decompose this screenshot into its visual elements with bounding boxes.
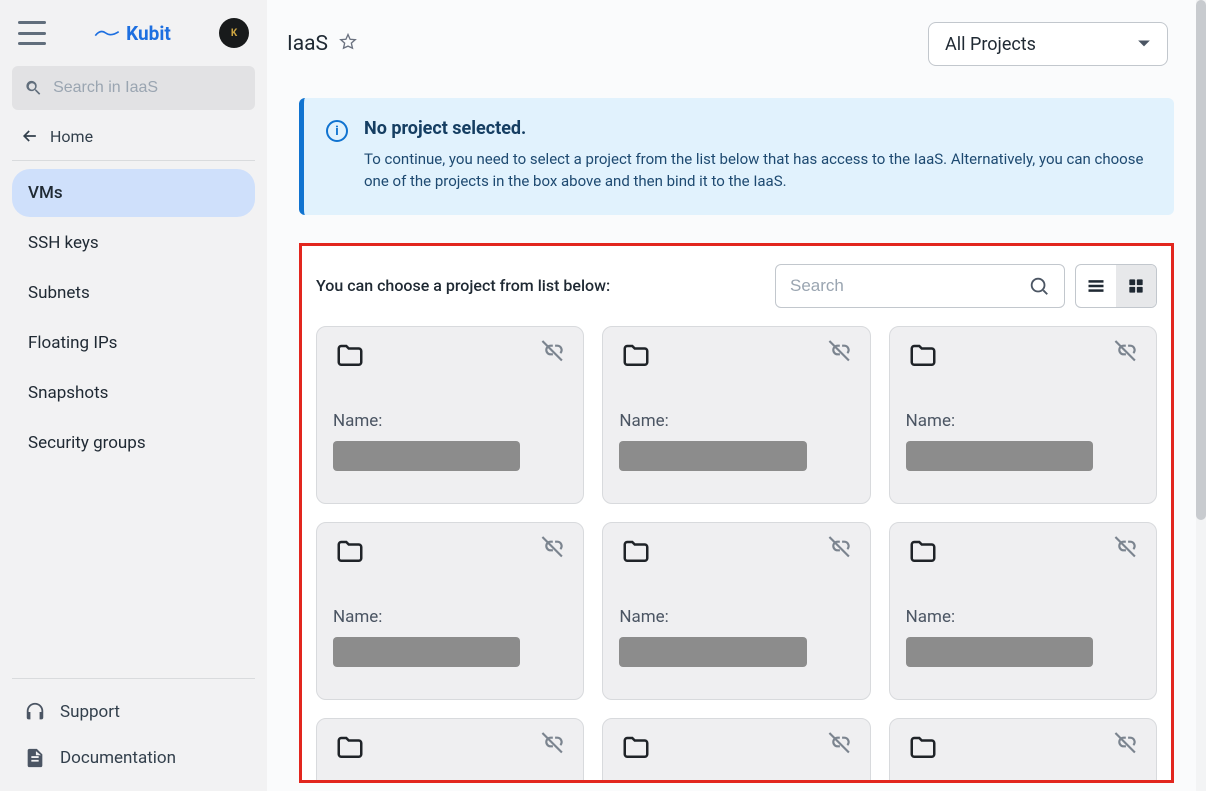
card-name-placeholder (619, 637, 806, 667)
projects-search-input[interactable] (790, 276, 1020, 296)
folder-icon (619, 537, 653, 571)
projects-panel: You can choose a project from list below… (299, 243, 1174, 783)
view-toggle (1075, 264, 1157, 308)
search-icon (1028, 275, 1050, 297)
project-dropdown-label: All Projects (945, 34, 1036, 55)
back-home[interactable]: Home (12, 110, 255, 161)
folder-icon (906, 537, 940, 571)
support-label: Support (60, 702, 120, 722)
headset-icon (24, 701, 46, 723)
favorite-button[interactable] (338, 32, 358, 56)
link-off-icon (541, 337, 567, 367)
sidebar-item-snapshots[interactable]: Snapshots (12, 369, 255, 417)
project-card[interactable]: Name: (889, 522, 1157, 700)
folder-icon (619, 733, 653, 767)
sidebar-search-input[interactable] (53, 79, 243, 97)
scrollbar-track[interactable] (1196, 0, 1206, 791)
list-view-button[interactable] (1076, 265, 1116, 307)
search-icon (24, 77, 43, 99)
link-off-icon (1114, 337, 1140, 367)
scrollbar-thumb[interactable] (1196, 0, 1206, 520)
project-card[interactable]: Name: (889, 326, 1157, 504)
link-off-icon (541, 533, 567, 563)
folder-icon (333, 341, 367, 375)
project-card[interactable]: Name: (889, 718, 1157, 783)
folder-icon (906, 733, 940, 767)
star-icon (338, 32, 358, 52)
sidebar: Kubit K Home VMsSSH keysSubnetsFloating … (0, 0, 267, 791)
link-off-icon (828, 729, 854, 759)
sidebar-item-vms[interactable]: VMs (12, 169, 255, 217)
list-icon (1086, 276, 1106, 296)
main: IaaS All Projects i No project selected.… (267, 0, 1196, 791)
card-name-label: Name: (906, 411, 1140, 431)
sidebar-search[interactable] (12, 66, 255, 110)
link-off-icon (1114, 729, 1140, 759)
link-off-icon (828, 337, 854, 367)
documentation-link[interactable]: Documentation (12, 735, 255, 781)
folder-icon (333, 537, 367, 571)
sidebar-nav: VMsSSH keysSubnetsFloating IPsSnapshotsS… (12, 161, 255, 469)
card-name-placeholder (333, 637, 520, 667)
document-icon (24, 747, 46, 769)
back-label: Home (50, 127, 93, 146)
projects-prompt: You can choose a project from list below… (316, 276, 765, 295)
card-name-placeholder (906, 637, 1093, 667)
folder-icon (619, 341, 653, 375)
menu-toggle[interactable] (18, 21, 46, 45)
alert-body: To continue, you need to select a projec… (364, 149, 1150, 193)
folder-icon (906, 341, 940, 375)
card-name-label: Name: (906, 607, 1140, 627)
project-cards-grid: Name: Name: Name: Name: Name: Name: Name: Name:… (316, 326, 1157, 783)
card-name-label: Name: (333, 411, 567, 431)
link-off-icon (1114, 533, 1140, 563)
card-name-placeholder (906, 441, 1093, 471)
folder-icon (333, 733, 367, 767)
support-link[interactable]: Support (12, 689, 255, 735)
project-card[interactable]: Name: (602, 718, 870, 783)
card-name-label: Name: (333, 607, 567, 627)
info-icon: i (326, 120, 348, 142)
page-header: IaaS All Projects (267, 0, 1196, 70)
link-off-icon (541, 729, 567, 759)
user-avatar[interactable]: K (219, 18, 249, 48)
info-alert: i No project selected. To continue, you … (299, 98, 1174, 215)
brand-logo[interactable]: Kubit (60, 22, 205, 45)
project-card[interactable]: Name: (602, 522, 870, 700)
project-card[interactable]: Name: (316, 718, 584, 783)
link-off-icon (828, 533, 854, 563)
page-title: IaaS (287, 32, 328, 56)
project-card[interactable]: Name: (602, 326, 870, 504)
card-name-label: Name: (619, 411, 853, 431)
docs-label: Documentation (60, 748, 176, 768)
chevron-down-icon (1137, 37, 1151, 51)
card-name-label: Name: (619, 607, 853, 627)
project-card[interactable]: Name: (316, 326, 584, 504)
project-dropdown[interactable]: All Projects (928, 22, 1168, 66)
brand-wave-icon (94, 25, 120, 41)
sidebar-item-security-groups[interactable]: Security groups (12, 419, 255, 467)
project-card[interactable]: Name: (316, 522, 584, 700)
grid-view-button[interactable] (1116, 265, 1156, 307)
arrow-left-icon (20, 126, 40, 146)
sidebar-item-ssh-keys[interactable]: SSH keys (12, 219, 255, 267)
sidebar-item-subnets[interactable]: Subnets (12, 269, 255, 317)
card-name-placeholder (619, 441, 806, 471)
projects-search[interactable] (775, 264, 1065, 308)
card-name-placeholder (333, 441, 520, 471)
brand-name: Kubit (126, 22, 171, 45)
sidebar-item-floating-ips[interactable]: Floating IPs (12, 319, 255, 367)
grid-icon (1126, 276, 1146, 296)
alert-title: No project selected. (364, 118, 1150, 139)
